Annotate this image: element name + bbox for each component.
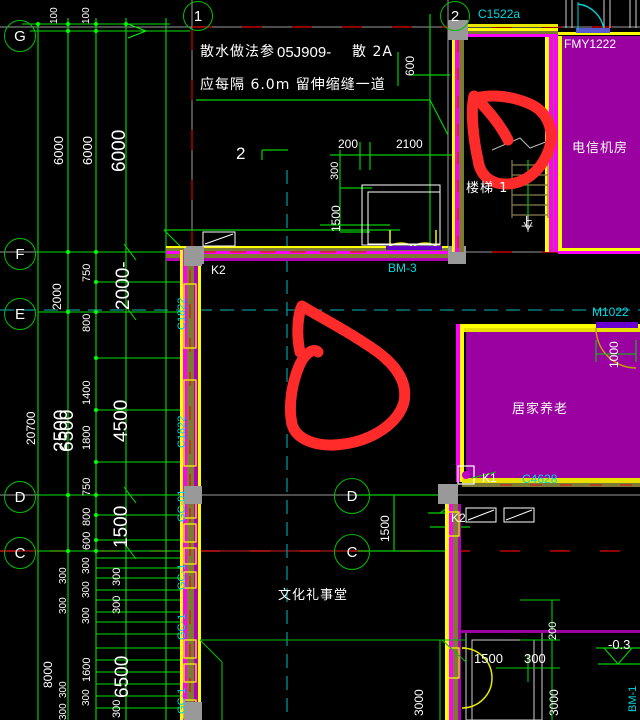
dim-300-j: 300 xyxy=(111,699,123,718)
grid-bubble-label: G xyxy=(14,27,26,45)
note-line1-suffix: 散 2A xyxy=(352,44,393,60)
note-line1-label: 散水做法参 xyxy=(200,44,275,60)
drawing-geometry xyxy=(0,0,640,720)
dim-6000-c: 6000 xyxy=(109,129,130,172)
dim-600-plan: 600 xyxy=(403,55,417,76)
dim-4500: 4500 xyxy=(111,399,132,442)
tag-C4628: C4628 xyxy=(522,472,558,486)
note-line2: 应每隔 6.0m 留伸缩缝一道 xyxy=(200,77,386,93)
dim-800-b: 800 xyxy=(81,507,93,526)
room-label-cultural-hall: 文化礼事堂 xyxy=(278,588,349,603)
tag-C1822-lower: C1822 xyxy=(176,415,188,448)
dim-1500-left: 1500 xyxy=(111,505,132,548)
grid-bubble-label: D xyxy=(14,488,26,506)
grid-bubble-E[interactable]: E xyxy=(4,298,36,330)
tag-GC-1-a: GC-1 xyxy=(176,563,188,590)
dim-750-b: 750 xyxy=(81,477,93,496)
dim-1600: 1600 xyxy=(81,657,93,682)
dim-6000-b: 6000 xyxy=(80,136,95,165)
dim-300-f: 300 xyxy=(111,567,123,586)
dim-300-d: 300 xyxy=(58,567,69,584)
grid-bubble-label: D xyxy=(346,487,358,505)
cad-drawing-canvas[interactable]: G F E D C 1 2 D C 散水做法参 05J909- 散 2A 应每隔… xyxy=(0,0,640,720)
tag-BM-1: BM-1 xyxy=(627,685,639,712)
grid-bubble-label: 1 xyxy=(193,7,203,25)
room-label-eldercare: 居家养老 xyxy=(512,402,569,417)
dim-20700: 20700 xyxy=(24,411,38,445)
grid-bubble-label: F xyxy=(15,245,25,263)
dim-300-b: 300 xyxy=(81,581,92,598)
tag-K1: K1 xyxy=(482,471,497,485)
dim-300-h: 300 xyxy=(58,681,69,698)
tag-GC-1-c: GC-1 xyxy=(176,687,188,714)
elevation-marker-value: -0.3 xyxy=(608,637,631,652)
grid-bubble-C[interactable]: C xyxy=(4,537,36,569)
grid-bubble-D-inner[interactable]: D xyxy=(334,478,370,514)
dim-300-g: 300 xyxy=(111,595,123,614)
dim-6000-a: 6000 xyxy=(51,136,66,165)
dim-3000-br: 3000 xyxy=(547,689,561,716)
note-line1-code: 05J909- xyxy=(277,44,332,61)
dim-750-a: 750 xyxy=(81,263,93,282)
grid-bubble-D[interactable]: D xyxy=(4,481,36,513)
dim-300-i: 300 xyxy=(81,689,92,706)
tag-K2-upper: K2 xyxy=(211,263,226,277)
dim-1400: 1400 xyxy=(81,380,93,405)
tag-K2-lower: K2 xyxy=(451,511,466,525)
stair-direction-up: 上 xyxy=(521,215,535,229)
dim-300-plan: 300 xyxy=(329,161,341,180)
tag-GC-1-b: GC-1 xyxy=(176,613,188,640)
tag-C1822-upper: C1822 xyxy=(176,297,188,330)
dim-200-br: 200 xyxy=(547,621,559,640)
dim-2000-b: 2000- xyxy=(113,261,134,310)
tag-GC-01: GC-01 xyxy=(176,489,188,522)
dim-200-plan: 200 xyxy=(338,137,359,151)
dim-top-100-b: 100 xyxy=(81,7,92,24)
dim-1000-plan: 1000 xyxy=(607,341,621,368)
grid-bubble-label: E xyxy=(14,305,25,323)
grid-bubble-F[interactable]: F xyxy=(4,238,36,270)
grid-bubble-label: 2 xyxy=(450,7,460,25)
dim-1500-br: 1500 xyxy=(474,651,503,666)
room-label-telecom: 电信机房 xyxy=(572,141,629,156)
grid-bubble-label: C xyxy=(14,544,26,562)
dim-1800-a: 1800 xyxy=(81,425,93,450)
grid-bubble-1[interactable]: 1 xyxy=(183,1,213,31)
tag-BM-3: BM-3 xyxy=(388,261,417,275)
grid-bubble-label: C xyxy=(346,543,358,561)
dim-1500-lower: 1500 xyxy=(378,515,392,542)
grid-bubble-2[interactable]: 2 xyxy=(440,1,470,31)
tag-FMY1222: FMY1222 xyxy=(564,37,617,51)
dim-3000-bc: 3000 xyxy=(412,689,426,716)
dim-300-k: 300 xyxy=(58,703,69,720)
tag-C1522a: C1522a xyxy=(478,7,521,21)
dim-300-br: 300 xyxy=(524,651,546,666)
grid-bubble-C-inner[interactable]: C xyxy=(334,534,370,570)
dim-600: 600 xyxy=(81,531,93,550)
dim-2100-plan: 2100 xyxy=(396,137,423,151)
dim-top-100-a: 100 xyxy=(49,7,60,24)
dim-8000: 8000 xyxy=(41,661,55,688)
dim-800-a: 800 xyxy=(81,313,93,332)
dim-6500-bottom: 6500 xyxy=(112,655,133,698)
grid-bubble-G[interactable]: G xyxy=(4,20,36,52)
tag-M1022: M1022 xyxy=(592,305,629,319)
dim-300-e: 300 xyxy=(58,597,69,614)
dim-1500-plan: 1500 xyxy=(329,205,343,232)
dim-6500-mid: 6500 xyxy=(57,409,78,452)
dim-2000-a: 2000 xyxy=(50,283,64,310)
dim-300-a: 300 xyxy=(81,557,92,574)
room-label-stairway: 楼梯 1 xyxy=(466,181,509,196)
dim-300-c: 300 xyxy=(81,607,92,624)
note-marker-2: 2 xyxy=(236,144,246,163)
